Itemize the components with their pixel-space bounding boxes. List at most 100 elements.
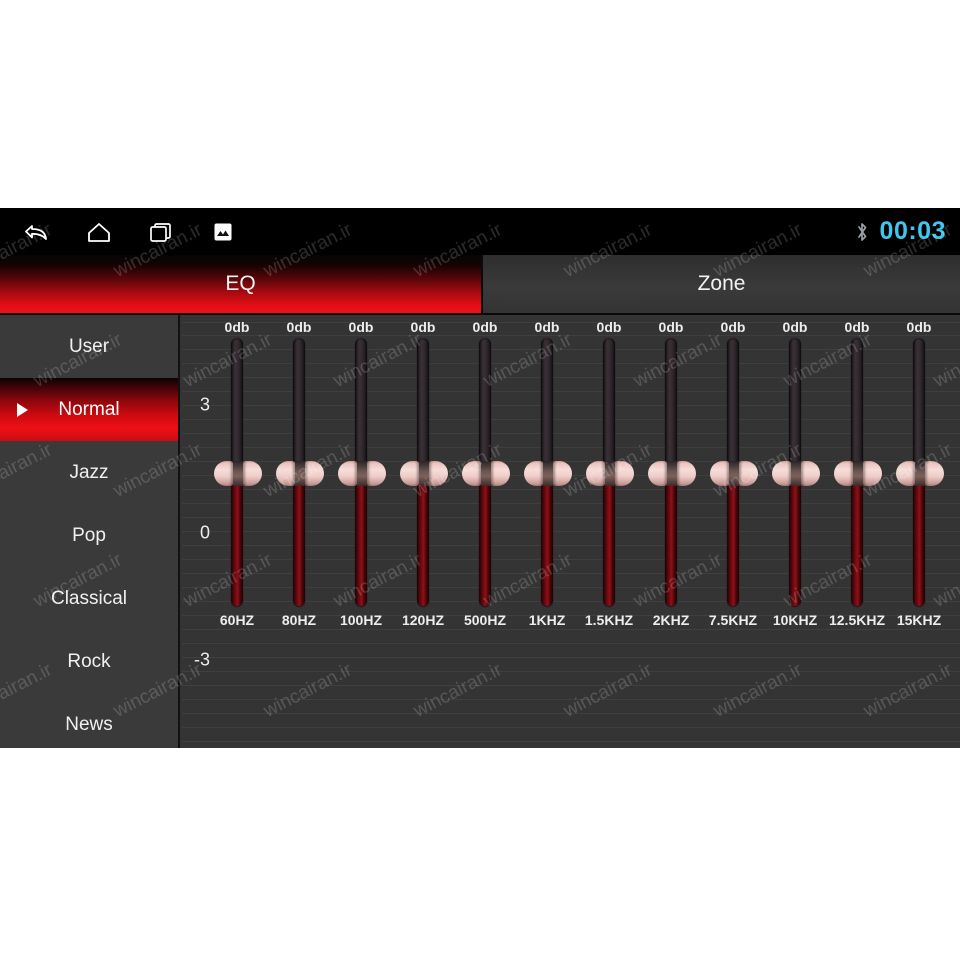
sidebar-item-label: Normal bbox=[58, 398, 120, 420]
eq-slider-120hz[interactable]: 0db 120HZ bbox=[396, 315, 450, 748]
eq-slider-thumb[interactable] bbox=[462, 461, 510, 486]
thumb-cap-left bbox=[772, 461, 791, 486]
thumb-center bbox=[481, 461, 491, 486]
eq-slider-thumb[interactable] bbox=[710, 461, 758, 486]
eq-value-label: 0db bbox=[472, 319, 498, 335]
tab-zone-label: Zone bbox=[697, 272, 746, 295]
thumb-center bbox=[853, 461, 863, 486]
eq-slider-500hz[interactable]: 0db 500HZ bbox=[458, 315, 512, 748]
eq-slider-7.5khz[interactable]: 0db 7.5KHZ bbox=[706, 315, 760, 748]
eq-slider-fill bbox=[851, 473, 863, 606]
eq-slider-thumb[interactable] bbox=[896, 461, 944, 486]
back-icon[interactable] bbox=[22, 217, 52, 247]
watermark-text: wincairan.ir bbox=[860, 879, 956, 942]
thumb-center bbox=[419, 461, 429, 486]
watermark-text: wincairan.ir bbox=[330, 769, 426, 832]
thumb-center bbox=[295, 461, 305, 486]
status-right-group: 00:03 bbox=[854, 208, 946, 255]
eq-slider-thumb[interactable] bbox=[834, 461, 882, 486]
thumb-cap-left bbox=[834, 461, 853, 486]
eq-slider-12.5khz[interactable]: 0db 12.5KHZ bbox=[829, 315, 885, 748]
thumb-center bbox=[667, 461, 677, 486]
eq-slider-thumb[interactable] bbox=[524, 461, 572, 486]
recents-icon[interactable] bbox=[146, 217, 176, 247]
watermark-text: wincairan.ir bbox=[180, 109, 276, 172]
screen: 00:03 EQ Zone User Normal Jazz Pop Class… bbox=[0, 0, 960, 960]
thumb-center bbox=[605, 461, 615, 486]
sidebar-item-news[interactable]: News bbox=[0, 693, 178, 748]
watermark-text: wincairan.ir bbox=[630, 769, 726, 832]
eq-frequency-label: 15KHZ bbox=[896, 612, 942, 628]
eq-value-label: 0db bbox=[534, 319, 560, 335]
thumb-cap-right bbox=[739, 461, 758, 486]
eq-slider-thumb[interactable] bbox=[772, 461, 820, 486]
eq-slider-fill bbox=[789, 473, 801, 606]
eq-slider-10khz[interactable]: 0db 10KHZ bbox=[768, 315, 822, 748]
eq-slider-fill bbox=[479, 473, 491, 606]
sidebar-item-classical[interactable]: Classical bbox=[0, 567, 178, 630]
watermark-text: wincairan.ir bbox=[780, 109, 876, 172]
eq-value-label: 0db bbox=[348, 319, 374, 335]
tab-eq[interactable]: EQ bbox=[0, 255, 481, 313]
eq-slider-thumb[interactable] bbox=[338, 461, 386, 486]
thumb-cap-right bbox=[243, 461, 262, 486]
eq-slider-fill bbox=[603, 473, 615, 606]
watermark-text: wincairan.ir bbox=[860, 0, 956, 62]
eq-slider-60hz[interactable]: 0db 60HZ bbox=[210, 315, 264, 748]
axis-label-mid: 0 bbox=[199, 522, 210, 543]
eq-slider-100hz[interactable]: 0db 100HZ bbox=[334, 315, 388, 748]
watermark-text: wincairan.ir bbox=[260, 0, 356, 62]
thumb-cap-right bbox=[429, 461, 448, 486]
sidebar-item-rock[interactable]: Rock bbox=[0, 630, 178, 693]
watermark-text: wincairan.ir bbox=[560, 0, 656, 62]
eq-value-label: 0db bbox=[596, 319, 622, 335]
eq-value-label: 0db bbox=[410, 319, 436, 335]
eq-value-label: 0db bbox=[844, 319, 870, 335]
navigation-icons bbox=[22, 208, 238, 255]
eq-slider-thumb[interactable] bbox=[648, 461, 696, 486]
thumb-cap-left bbox=[710, 461, 729, 486]
eq-slider-1khz[interactable]: 0db 1KHZ bbox=[520, 315, 574, 748]
eq-slider-80hz[interactable]: 0db 80HZ bbox=[272, 315, 326, 748]
watermark-text: wincairan.ir bbox=[110, 879, 206, 942]
tab-eq-label: EQ bbox=[225, 272, 256, 295]
thumb-cap-right bbox=[305, 461, 324, 486]
eq-slider-fill bbox=[665, 473, 677, 606]
eq-slider-fill bbox=[541, 473, 553, 606]
thumb-cap-right bbox=[491, 461, 510, 486]
sidebar-item-user[interactable]: User bbox=[0, 315, 178, 378]
watermark-text: wincairan.ir bbox=[0, 879, 56, 942]
screenshot-icon[interactable] bbox=[208, 217, 238, 247]
eq-slider-fill bbox=[727, 473, 739, 606]
clock: 00:03 bbox=[879, 217, 946, 245]
eq-value-label: 0db bbox=[906, 319, 932, 335]
home-icon[interactable] bbox=[84, 217, 114, 247]
eq-slider-2khz[interactable]: 0db 2KHZ bbox=[644, 315, 698, 748]
sidebar-item-normal[interactable]: Normal bbox=[0, 378, 178, 441]
thumb-cap-right bbox=[925, 461, 944, 486]
sidebar-item-pop[interactable]: Pop bbox=[0, 504, 178, 567]
thumb-center bbox=[791, 461, 801, 486]
thumb-cap-left bbox=[214, 461, 233, 486]
watermark-text: wincairan.ir bbox=[930, 769, 960, 832]
eq-slider-thumb[interactable] bbox=[586, 461, 634, 486]
watermark-text: wincairan.ir bbox=[780, 769, 876, 832]
watermark-text: wincairan.ir bbox=[630, 109, 726, 172]
thumb-cap-right bbox=[677, 461, 696, 486]
thumb-cap-right bbox=[553, 461, 572, 486]
watermark-text: wincairan.ir bbox=[0, 0, 56, 62]
eq-slider-1.5khz[interactable]: 0db 1.5KHZ bbox=[582, 315, 636, 748]
thumb-cap-right bbox=[863, 461, 882, 486]
eq-slider-thumb[interactable] bbox=[214, 461, 262, 486]
eq-value-label: 0db bbox=[720, 319, 746, 335]
watermark-text: wincairan.ir bbox=[560, 879, 656, 942]
sidebar-item-jazz[interactable]: Jazz bbox=[0, 441, 178, 504]
sidebar-item-label: Classical bbox=[50, 587, 128, 609]
eq-slider-15khz[interactable]: 0db 15KHZ bbox=[892, 315, 946, 748]
thumb-cap-right bbox=[615, 461, 634, 486]
thumb-cap-left bbox=[896, 461, 915, 486]
thumb-cap-left bbox=[338, 461, 357, 486]
eq-slider-thumb[interactable] bbox=[276, 461, 324, 486]
tab-zone[interactable]: Zone bbox=[481, 255, 960, 313]
eq-slider-thumb[interactable] bbox=[400, 461, 448, 486]
